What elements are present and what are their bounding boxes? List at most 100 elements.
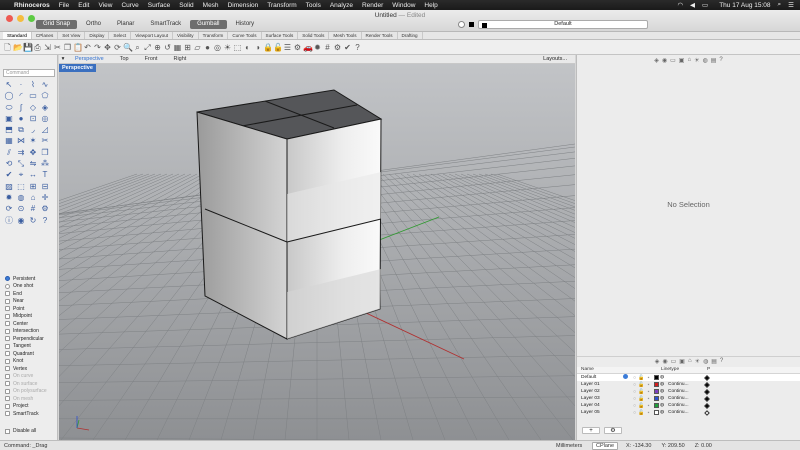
osnap-checkbox[interactable] — [5, 298, 10, 304]
notes-tab-icon[interactable]: ▤ — [711, 57, 717, 64]
osnap-checkbox[interactable] — [5, 291, 10, 297]
lightbulb-icon[interactable]: ○ — [631, 410, 638, 416]
ungroup-icon[interactable]: ⊟ — [39, 181, 51, 192]
menu-transform[interactable]: Transform — [267, 2, 296, 9]
lock-icon[interactable]: 🔓 — [638, 389, 645, 395]
lock-icon[interactable]: 🔓 — [638, 403, 645, 409]
copy-tool-icon[interactable]: ❐ — [39, 147, 51, 158]
arc-icon[interactable]: ◜ — [15, 90, 27, 101]
header-name[interactable]: Name — [577, 367, 623, 373]
group-icon[interactable]: ⊞ — [27, 181, 39, 192]
layer-print-color[interactable] — [700, 374, 714, 381]
display-tab-icon[interactable]: ▣ — [679, 57, 685, 64]
box-icon[interactable]: ▣ — [3, 113, 15, 124]
tab-curve-tools[interactable]: Curve Tools — [228, 32, 262, 39]
layers-object-icon[interactable]: ▭ — [671, 358, 677, 365]
properties-icon[interactable]: ⚙ — [293, 43, 302, 52]
layer-material-icon[interactable]: ◍ — [660, 375, 666, 380]
layer-print-color[interactable] — [700, 395, 714, 402]
render-icon[interactable]: ☀ — [223, 43, 232, 52]
toggle-grid-snap[interactable]: Grid Snap — [36, 20, 78, 29]
four-view-icon[interactable]: ⊞ — [183, 43, 192, 52]
check-icon[interactable]: ✔ — [343, 43, 352, 52]
layer-row[interactable]: Layer 05 ○ 🔓 ▪ ◍ Continu... — [577, 409, 800, 416]
tab-cplanes[interactable]: CPlanes — [32, 32, 59, 39]
join-icon[interactable]: ⋈ — [15, 135, 27, 146]
layer-name[interactable]: Layer 05 — [577, 410, 623, 415]
menu-tools[interactable]: Tools — [306, 2, 321, 9]
layer-color[interactable] — [652, 382, 660, 387]
osnap-on-curve[interactable]: On curve — [5, 373, 57, 381]
light-tab-icon[interactable]: ☀ — [694, 57, 699, 64]
osnap-project[interactable]: Project — [5, 403, 57, 411]
battery-icon[interactable]: ▭ — [702, 1, 708, 9]
circle-icon[interactable]: ◯ — [3, 90, 15, 101]
print-icon[interactable]: ▪ — [645, 389, 652, 395]
osnap-end[interactable]: End — [5, 290, 57, 298]
osnap-on-surface[interactable]: On surface — [5, 380, 57, 388]
osnap-icon[interactable]: ⊙ — [15, 203, 27, 214]
viewport-canvas[interactable] — [59, 64, 575, 440]
layers-properties-icon[interactable]: ◉ — [662, 358, 667, 365]
zoom-window-icon[interactable]: ⌕ — [133, 43, 142, 52]
unlock-icon[interactable]: 🔓 — [273, 43, 283, 52]
record-icon[interactable]: ◉ — [15, 215, 27, 226]
undo-view-icon[interactable]: ↺ — [163, 43, 172, 52]
toggle-history[interactable]: History — [229, 20, 262, 29]
osnap-perpendicular[interactable]: Perpendicular — [5, 335, 57, 343]
osnap-checkbox[interactable] — [5, 396, 10, 402]
print-icon[interactable]: ⎙ — [33, 43, 42, 52]
camera-tab-icon[interactable]: ⌂ — [687, 57, 691, 63]
osnap-one-shot[interactable]: One shot — [5, 283, 57, 291]
toggle-planar[interactable]: Planar — [110, 20, 141, 29]
menu-file[interactable]: File — [59, 2, 69, 9]
menu-analyze[interactable]: Analyze — [330, 2, 353, 9]
open-file-icon[interactable]: 📂 — [13, 43, 23, 52]
lock-icon[interactable]: 🔓 — [638, 382, 645, 388]
layer-name[interactable]: Layer 02 — [577, 389, 623, 394]
rotate-icon[interactable]: ⟲ — [3, 158, 15, 169]
print-icon[interactable]: ▪ — [645, 382, 652, 388]
undo-icon[interactable]: ↶ — [83, 43, 92, 52]
layer-radio[interactable] — [458, 21, 465, 28]
osnap-checkbox[interactable] — [5, 328, 10, 334]
lock-icon[interactable]: 🔓 — [638, 396, 645, 402]
layer-current-indicator[interactable] — [623, 374, 631, 381]
print-icon[interactable]: ▪ — [645, 375, 652, 381]
save-icon[interactable]: 💾 — [23, 43, 33, 52]
layers-camera-icon[interactable]: ⌂ — [688, 358, 692, 365]
osnap-checkbox[interactable] — [5, 358, 10, 364]
layer-color[interactable] — [652, 375, 660, 380]
cplane-select[interactable]: CPlane — [592, 441, 619, 450]
tab-render-tools[interactable]: Render Tools — [362, 32, 398, 39]
disable-all-osnap[interactable]: Disable all — [5, 428, 36, 434]
select-arrow-icon[interactable]: ↖ — [3, 79, 15, 90]
layer-linetype[interactable]: Continu... — [666, 389, 700, 394]
viewport-icon[interactable]: ▦ — [173, 43, 182, 52]
freeform-icon[interactable]: ∫ — [15, 102, 27, 113]
object-tab-icon[interactable]: ▭ — [670, 57, 676, 64]
text-icon[interactable]: T — [39, 169, 51, 180]
layer-color[interactable] — [652, 410, 660, 415]
menu-surface[interactable]: Surface — [148, 2, 170, 9]
tab-drafting[interactable]: Drafting — [398, 32, 423, 39]
lock-icon[interactable]: 🔒 — [263, 43, 273, 52]
loft-icon[interactable]: ◈ — [39, 102, 51, 113]
scale-icon[interactable]: ⤡ — [15, 158, 27, 169]
layer-name[interactable]: Layer 01 — [577, 382, 623, 387]
lightbulb-icon[interactable]: ○ — [631, 382, 638, 388]
polyline-icon[interactable]: ⌇ — [27, 79, 39, 90]
osnap-vertex[interactable]: Vertex — [5, 365, 57, 373]
layer-name[interactable]: Layer 04 — [577, 403, 623, 408]
print-icon[interactable]: ▪ — [645, 396, 652, 402]
layer-print-color[interactable] — [700, 409, 714, 416]
layouts-button[interactable]: Layouts... — [543, 56, 575, 62]
menu-app[interactable]: Rhinoceros — [14, 2, 50, 9]
menu-mesh[interactable]: Mesh — [203, 2, 219, 9]
layers-notes-icon[interactable]: ▤ — [711, 358, 717, 365]
move-icon[interactable]: ✥ — [27, 147, 39, 158]
paste-icon[interactable]: 📋 — [73, 43, 83, 52]
layer-row[interactable]: Layer 01 ○ 🔓 ▪ ◍ Continu... — [577, 381, 800, 388]
gumball-icon[interactable]: ✛ — [39, 192, 51, 203]
lightbulb-icon[interactable]: ○ — [631, 396, 638, 402]
